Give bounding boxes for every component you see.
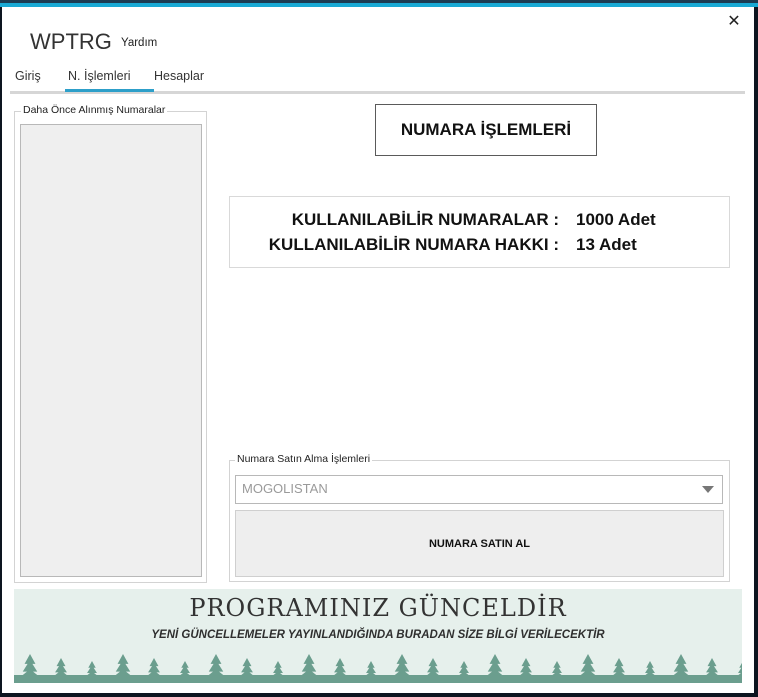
help-menu[interactable]: Yardım bbox=[121, 37, 157, 49]
tree-icon bbox=[114, 654, 132, 676]
tree-icon bbox=[54, 658, 68, 676]
tree-row-decoration bbox=[14, 654, 742, 683]
tree-icon bbox=[21, 654, 39, 676]
tree-icon bbox=[644, 661, 656, 676]
chevron-down-icon bbox=[702, 486, 714, 493]
tree-icon bbox=[365, 661, 377, 676]
number-credit-label: KULLANILABİLİR NUMARA HAKKI : bbox=[268, 235, 559, 254]
purchase-legend: Numara Satın Alma İşlemleri bbox=[235, 453, 373, 465]
tree-icon bbox=[393, 654, 411, 676]
tree-icon bbox=[579, 654, 597, 676]
tree-icon bbox=[705, 658, 719, 676]
previous-numbers-list[interactable] bbox=[20, 124, 202, 577]
country-select[interactable]: MOGOLISTAN bbox=[235, 475, 723, 504]
availability-panel: KULLANILABİLİR NUMARALAR : 1000 Adet KUL… bbox=[229, 196, 730, 268]
close-icon: ✕ bbox=[727, 11, 741, 30]
tree-icon bbox=[272, 661, 284, 676]
banner-subtitle: YENİ GÜNCELLEMELER YAYINLANDIĞINDA BURAD… bbox=[151, 629, 605, 641]
tree-icon bbox=[486, 654, 504, 676]
app-window: ✕ WPTRG Yardım Giriş N. İşlemleri Hesapl… bbox=[2, 7, 754, 693]
available-numbers-label: KULLANILABİLİR NUMARALAR : bbox=[291, 210, 559, 229]
tree-icon bbox=[147, 658, 161, 676]
tree-icon bbox=[551, 661, 563, 676]
country-select-value: MOGOLISTAN bbox=[242, 481, 328, 496]
tree-icon bbox=[300, 654, 318, 676]
banner-ground bbox=[14, 675, 742, 683]
numara-islemleri-heading[interactable]: NUMARA İŞLEMLERİ bbox=[375, 104, 597, 156]
tree-icon bbox=[333, 658, 347, 676]
tree-icon bbox=[426, 658, 440, 676]
tab-n-islemleri[interactable]: N. İşlemleri bbox=[68, 69, 131, 83]
tab-giris[interactable]: Giriş bbox=[15, 69, 41, 83]
tree-icon bbox=[179, 661, 191, 676]
tab-hesaplar[interactable]: Hesaplar bbox=[154, 69, 204, 83]
tree-icon bbox=[737, 662, 742, 676]
tree-icon bbox=[519, 658, 533, 676]
previous-numbers-legend: Daha Önce Alınmış Numaralar bbox=[21, 104, 168, 116]
app-title: WPTRG bbox=[30, 29, 112, 54]
banner-title: PROGRAMINIZ GÜNCELDİR bbox=[189, 594, 567, 622]
buy-number-button[interactable]: NUMARA SATIN AL bbox=[235, 510, 724, 577]
buy-number-label: NUMARA SATIN AL bbox=[428, 537, 531, 550]
tree-icon bbox=[240, 658, 254, 676]
tree-icon bbox=[86, 661, 98, 676]
tree-icon bbox=[207, 654, 225, 676]
number-credit-value: 13 Adet bbox=[576, 235, 637, 254]
update-banner: PROGRAMINIZ GÜNCELDİR YENİ GÜNCELLEMELER… bbox=[14, 589, 742, 683]
tree-icon bbox=[672, 654, 690, 676]
close-button[interactable]: ✕ bbox=[724, 11, 744, 31]
tree-icon bbox=[612, 658, 626, 676]
heading-label: NUMARA İŞLEMLERİ bbox=[400, 120, 572, 139]
active-tab-indicator bbox=[65, 89, 154, 92]
tree-icon bbox=[458, 661, 470, 676]
available-numbers-value: 1000 Adet bbox=[576, 210, 656, 229]
